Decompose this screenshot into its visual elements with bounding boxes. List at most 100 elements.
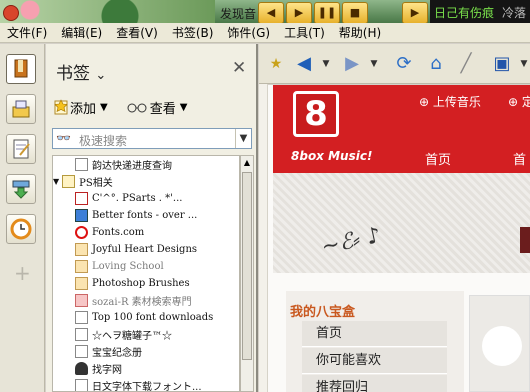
pause-button[interactable]: ❚❚ [314, 2, 340, 24]
banner-accent [520, 227, 530, 253]
page-icon [75, 328, 88, 341]
add-bookmark-button[interactable]: 添加 ▼ [52, 98, 108, 117]
page-icon [75, 311, 88, 324]
list-item[interactable]: sozai-R 素材検索専門 [75, 292, 192, 309]
menu-file[interactable]: 文件(F) [0, 24, 54, 41]
history-panel-button[interactable] [6, 214, 36, 244]
panel-title[interactable]: 书签 ⌄ [56, 59, 106, 84]
bookmark-icon [75, 260, 88, 273]
list-item[interactable]: 宝宝纪念册 [75, 343, 142, 360]
bookmark-icon [75, 243, 88, 256]
home-icon[interactable]: ⌂ [425, 53, 447, 75]
search-placeholder: 极速搜索 [79, 134, 128, 148]
figure-icon [75, 362, 88, 375]
bookmark-search-input[interactable]: 👓 极速搜索 ▼ [52, 128, 252, 149]
menu-bar: 文件(F) 编辑(E) 查看(V) 书签(B) 饰件(G) 工具(T) 帮助(H… [0, 23, 530, 43]
brand-text: 8box Music! [291, 149, 373, 163]
upload-music-link[interactable]: ⊕ 上传音乐 [419, 93, 481, 110]
list-item[interactable]: Fonts.com [75, 224, 144, 241]
box-home-link[interactable]: 首页 [302, 321, 447, 347]
scroll-thumb[interactable] [242, 172, 252, 360]
refresh-icon[interactable]: ⟳ [393, 53, 415, 75]
menu-bookmarks[interactable]: 书签(B) [165, 24, 221, 41]
plus-circle-icon: ⊕ [508, 95, 519, 109]
view-button[interactable]: 查看 ▼ [126, 98, 187, 117]
navigation-toolbar: ★ ◀ ▼ ▶ ▼ ⟳ ⌂ ╱ ▣ ▼ [259, 44, 530, 84]
bookmarks-panel-button[interactable] [6, 54, 36, 84]
bookmark-icon [75, 277, 88, 290]
app-logo-icon[interactable] [3, 5, 19, 21]
8box-logo[interactable]: 8 [293, 91, 339, 137]
page-left-gutter [259, 84, 268, 392]
bf-icon [75, 209, 88, 222]
scroll-up-icon[interactable]: ▲ [241, 156, 253, 170]
download-icon [12, 180, 30, 199]
bookmark-icon [14, 59, 28, 78]
menu-widgets[interactable]: 饰件(G) [220, 24, 277, 41]
r-icon [75, 294, 88, 307]
customize-link[interactable]: ⊕ 定 [508, 93, 530, 110]
previous-track-button[interactable]: ◀ [258, 2, 284, 24]
view-label: 查看 [149, 101, 176, 117]
star-add-icon [54, 99, 68, 115]
page-icon [75, 345, 88, 358]
edit-icon[interactable]: ╱ [455, 53, 477, 75]
bookmark-tree-scrollbar[interactable]: ▲ [240, 155, 254, 392]
notepad-icon [13, 139, 30, 159]
site-header: 8 8box Music! ⊕ 上传音乐 ⊕ 定 首页 首 [273, 85, 530, 173]
page-icon [75, 158, 88, 171]
close-icon[interactable]: ✕ [232, 58, 246, 78]
list-item[interactable]: Photoshop Brushes [75, 275, 190, 292]
notepad-panel-button[interactable] [6, 134, 36, 164]
page-icon [75, 379, 88, 391]
bookmarks-panel: 书签 ⌄ ✕ 添加 ▼ 查看 ▼ 👓 极速搜索 ▼ 韵达快递进度查询 ▼ PS相关… [46, 44, 258, 392]
list-item[interactable]: 找字网 [75, 360, 122, 377]
list-item[interactable]: 韵达快递进度查询 [75, 156, 172, 173]
psarts-icon [75, 192, 88, 205]
nav-second-link[interactable]: 首 [513, 149, 526, 168]
stop-button[interactable]: ■ [342, 2, 368, 24]
lyrics-text: 日己有伤痕 [434, 6, 495, 20]
menu-help[interactable]: 帮助(H) [332, 24, 388, 41]
bookmark-tree: 韵达快递进度查询 ▼ PS相关 C'^°. PSarts . *'... Bett… [52, 155, 240, 392]
menu-tools[interactable]: 工具(T) [277, 24, 332, 41]
add-panel-icon[interactable]: + [14, 261, 31, 285]
box-return-link[interactable]: 推荐回归 [302, 375, 447, 392]
window-dropdown-icon[interactable]: ▼ [513, 53, 530, 75]
sidebar-icon-strip: + [0, 44, 45, 392]
panel-toolbar: 添加 ▼ 查看 ▼ [52, 96, 205, 118]
list-item[interactable]: 日文字体下载フォント... [75, 377, 202, 391]
chevron-down-icon: ⌄ [95, 68, 107, 83]
download-panel-button[interactable] [6, 174, 36, 204]
list-item[interactable]: Joyful Heart Designs [75, 241, 197, 258]
site-banner: ~ℰ⸗ ♪ [273, 173, 530, 273]
folder-item[interactable]: ▼ PS相关 [53, 173, 113, 190]
menu-view[interactable]: 查看(V) [109, 24, 165, 41]
my-8box-panel: 我的八宝盒 首页 你可能喜欢 推荐回归 [286, 291, 464, 392]
signature-decoration: ~ℰ⸗ ♪ [319, 223, 384, 260]
lyrics-tail: 冷落 [502, 6, 527, 20]
list-item[interactable]: Top 100 font downloads [75, 309, 213, 326]
folder-icon [62, 175, 76, 188]
star-icon[interactable]: ★ [265, 53, 287, 75]
list-item[interactable]: Better fonts - over ... [75, 207, 197, 224]
list-item[interactable]: C'^°. PSarts . *'... [75, 190, 182, 207]
box-recommend-link[interactable]: 你可能喜欢 [302, 348, 447, 374]
clock-icon [10, 218, 32, 240]
avatar[interactable] [469, 295, 530, 392]
forward-button[interactable]: ▶ [341, 53, 363, 75]
window-icon[interactable]: ▣ [491, 53, 513, 75]
notes-panel-button[interactable] [6, 94, 36, 124]
search-dropdown-icon[interactable]: ▼ [235, 129, 251, 148]
forward-dropdown-icon[interactable]: ▼ [363, 53, 385, 75]
back-dropdown-icon[interactable]: ▼ [315, 53, 337, 75]
next-track-button[interactable]: ▶ [286, 2, 312, 24]
play-button[interactable]: ▶ [402, 2, 428, 24]
menu-edit[interactable]: 编辑(E) [54, 24, 109, 41]
nav-home-link[interactable]: 首页 [425, 149, 451, 168]
avatar-head-icon [482, 326, 522, 366]
list-item[interactable]: ☆ヘヲ糖罐子™☆ [75, 326, 172, 343]
back-button[interactable]: ◀ [293, 53, 315, 75]
chevron-down-icon: ▼ [100, 101, 108, 113]
list-item[interactable]: Loving School [75, 258, 164, 275]
